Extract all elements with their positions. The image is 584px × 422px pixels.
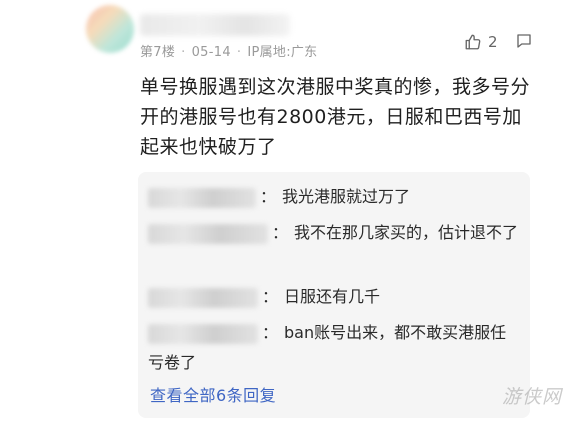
comment-body: 单号换服遇到这次港服中奖真的惨，我多号分开的港服号也有2800港元，日服和巴西号… <box>140 76 531 158</box>
reply-item[interactable]: ： 日服还有几千 <box>148 282 522 312</box>
reply-text: 日服还有几千 <box>284 287 381 306</box>
reply-username-redacted[interactable] <box>148 323 258 344</box>
reply-colon: ： <box>262 287 279 306</box>
reply-colon: ： <box>272 223 289 242</box>
like-count: 2 <box>488 33 498 51</box>
like-button[interactable]: 2 <box>464 32 498 52</box>
username-redacted[interactable] <box>140 14 290 36</box>
reply-username-redacted[interactable] <box>148 223 268 244</box>
floor-label: 第7楼 <box>140 45 176 60</box>
reply-item[interactable]: ： ban账号出来，都不敢买港服任亏卷了 <box>148 318 522 378</box>
reply-item[interactable]: ： 我不在那几家买的，估计退不了 <box>148 218 522 248</box>
reply-box: ： 我光港服就过万了 ： 我不在那几家买的，估计退不了 ： 日服还有几千 ： ban账号… <box>138 172 530 418</box>
comment-date: 05-14 <box>191 45 231 60</box>
reply-username-redacted[interactable] <box>148 287 258 308</box>
avatar[interactable] <box>86 5 134 53</box>
reply-text: 我不在那几家买的，估计退不了 <box>294 223 519 242</box>
reply-username-redacted[interactable] <box>148 187 256 208</box>
meta-dot: · <box>236 45 242 60</box>
comment-meta: 第7楼 · 05-14 · IP属地:广东 <box>140 41 317 60</box>
comment-card: 第7楼 · 05-14 · IP属地:广东 2 单号换服遇到这次港服中奖真的惨，我多号分… <box>0 0 584 422</box>
thumbs-up-icon <box>465 34 481 50</box>
ip-location: IP属地:广东 <box>247 45 318 60</box>
watermark: 游侠网 <box>502 386 563 408</box>
view-all-replies-link[interactable]: 查看全部6条回复 <box>150 382 276 406</box>
reply-colon: ： <box>260 187 277 206</box>
meta-dot: · <box>181 45 186 60</box>
reply-text: 我光港服就过万了 <box>282 187 411 206</box>
reply-colon: ： <box>262 323 279 342</box>
reply-item[interactable]: ： 我光港服就过万了 <box>148 182 522 212</box>
comment-bubble-icon[interactable] <box>515 32 533 50</box>
